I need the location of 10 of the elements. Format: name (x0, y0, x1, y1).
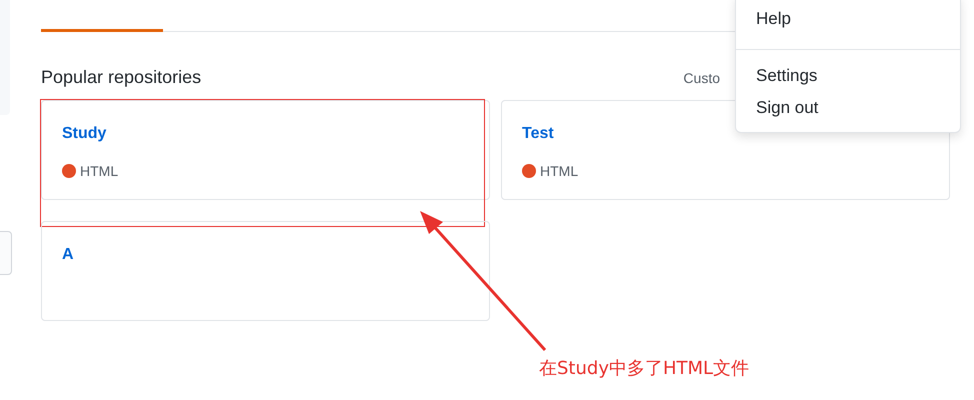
language-label: HTML (80, 163, 118, 179)
annotation-text: 在Study中多了HTML文件 (539, 357, 750, 380)
menu-item[interactable]: Settings (736, 60, 960, 92)
repository-link[interactable]: Study (62, 125, 469, 143)
customize-link[interactable]: Custo (683, 70, 720, 86)
language-label: HTML (540, 163, 578, 179)
menu-item[interactable]: Help (736, 3, 960, 35)
menu-item[interactable]: Sign out (736, 92, 960, 124)
section-title: Popular repositories (41, 67, 202, 88)
repository-link[interactable]: A (62, 246, 469, 264)
